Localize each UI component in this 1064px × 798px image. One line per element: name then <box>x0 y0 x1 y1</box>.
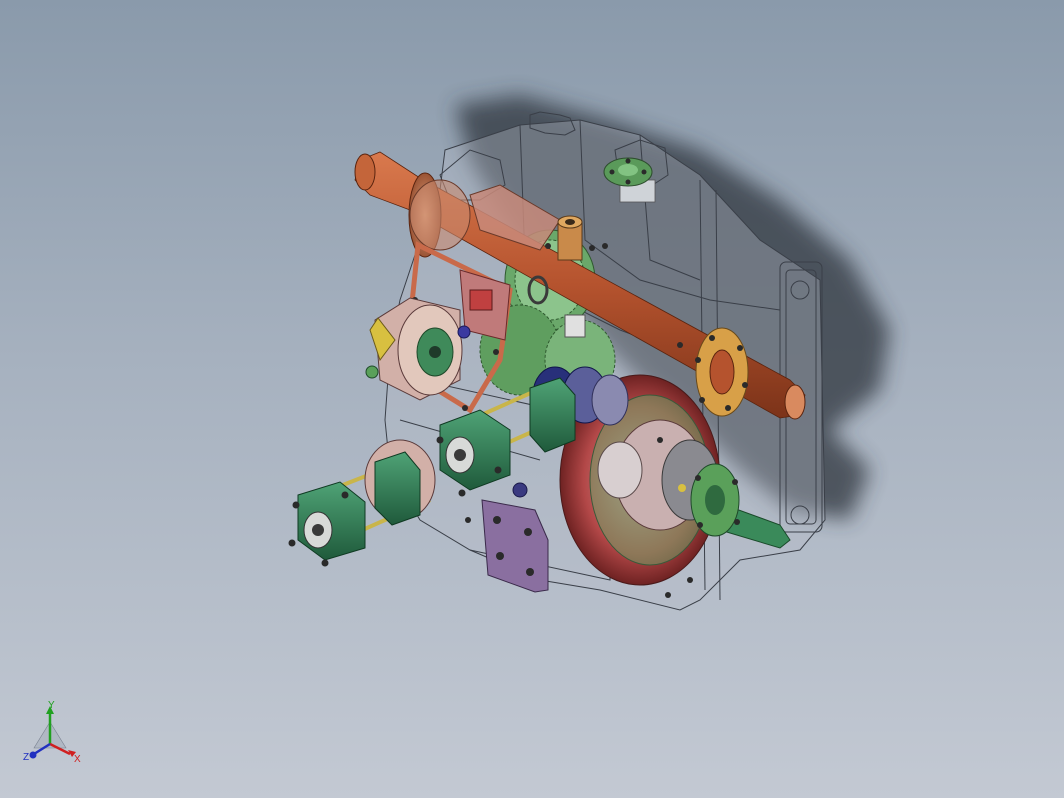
triad-z-arrow <box>29 751 37 759</box>
right-shaft-flange[interactable] <box>695 327 749 417</box>
graphics-viewport[interactable]: Y X Z <box>0 0 1064 798</box>
coordinate-triad[interactable]: Y X Z <box>18 700 88 770</box>
triad-x-label: X <box>74 754 81 765</box>
model-scene[interactable] <box>0 0 1064 798</box>
triad-z-label: Z <box>23 752 29 763</box>
lower-cylinder[interactable] <box>288 439 436 567</box>
triad-y-label: Y <box>48 700 55 711</box>
